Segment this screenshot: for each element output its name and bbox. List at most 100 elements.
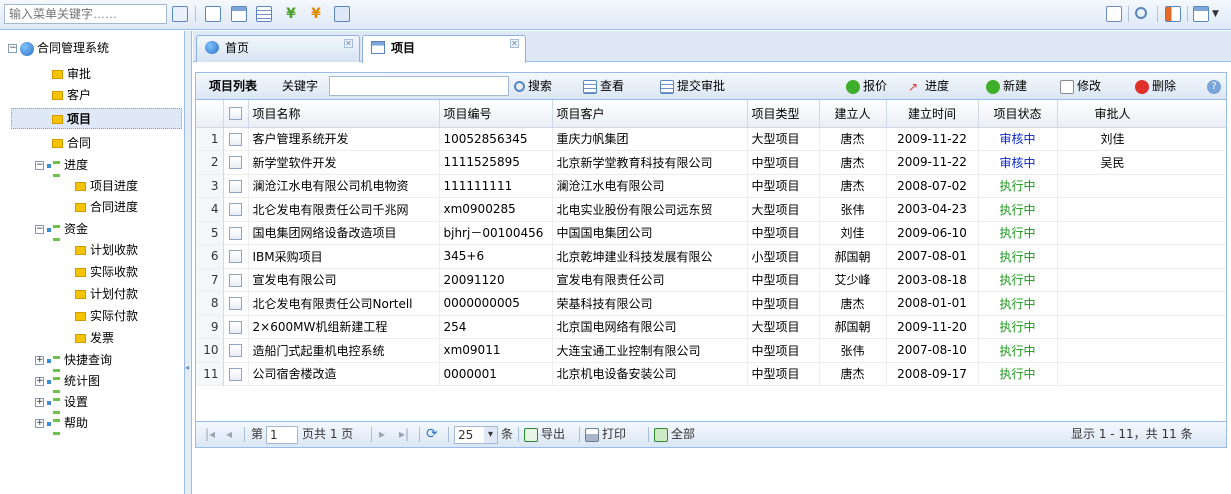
expand-icon[interactable]: + <box>35 398 44 407</box>
layout-icon[interactable] <box>1165 6 1181 22</box>
expand-icon[interactable]: + <box>35 377 44 386</box>
row-checkbox[interactable] <box>229 320 242 334</box>
table-row[interactable]: 4 北仑发电有限责任公司千兆网 xm0900285 北电实业股份有限公司远东贸 大型项目… <box>196 197 1226 222</box>
currency-green-icon[interactable]: ¥ <box>283 6 299 22</box>
zoom-icon[interactable] <box>1135 7 1147 19</box>
page-number-field[interactable]: 1 <box>266 422 298 447</box>
help-button[interactable]: ? <box>1207 73 1224 99</box>
refresh-icon[interactable]: ⟳ <box>426 422 438 447</box>
row-checkbox[interactable] <box>229 156 242 170</box>
currency-orange-icon[interactable]: ¥ <box>308 6 324 22</box>
tree-item-project-progress[interactable]: 项目进度 <box>75 176 138 197</box>
page-size-value[interactable]: 25 <box>454 425 498 444</box>
export-button[interactable]: 导出 <box>524 422 565 447</box>
select-all-checkbox[interactable] <box>223 100 249 128</box>
calculator-icon[interactable] <box>334 6 350 22</box>
tree-group-funds[interactable]: − 资金 <box>35 219 88 241</box>
row-select[interactable] <box>223 244 249 269</box>
table-row[interactable]: 9 2×600MW机组新建工程 254 北京国电网络有限公司 大型项目 郝国朝 2009-1… <box>196 315 1226 339</box>
tree-item-project[interactable]: 项目 <box>11 108 182 129</box>
row-checkbox[interactable] <box>229 273 242 287</box>
col-header-code[interactable]: 项目编号 <box>439 100 553 128</box>
row-select[interactable] <box>223 268 249 292</box>
delete-button[interactable]: 删除 <box>1135 73 1176 99</box>
tree-item-contract[interactable]: 合同 <box>52 133 91 154</box>
tree-group-settings[interactable]: + 设置 <box>35 392 88 414</box>
table-row[interactable]: 5 国电集团网络设备改造项目 bjhrj－00100456 中国国电集团公司 中型项目刘… <box>196 221 1226 245</box>
search-go-icon[interactable] <box>172 6 188 22</box>
window-view-icon[interactable] <box>231 6 247 22</box>
tree-group-quick-query[interactable]: + 快捷查询 <box>35 350 112 372</box>
table-row[interactable]: 2 新学堂软件开发 1111525895 北京新学堂教育科技有限公司 中型项目 唐杰 200… <box>196 150 1226 175</box>
row-checkbox[interactable] <box>229 179 242 193</box>
row-select[interactable] <box>223 150 249 175</box>
col-header-creator[interactable]: 建立人 <box>819 100 887 128</box>
row-select[interactable] <box>223 362 249 386</box>
show-all-button[interactable]: 全部 <box>654 422 695 447</box>
view-button[interactable]: 查看 <box>583 73 624 99</box>
new-button[interactable]: 新建 <box>986 73 1027 99</box>
col-header-name[interactable]: 项目名称 <box>248 100 440 128</box>
progress-button[interactable]: ↗ 进度 <box>908 73 949 99</box>
tree-item-planned-payment[interactable]: 计划付款 <box>75 284 138 305</box>
expand-icon[interactable]: + <box>35 419 44 428</box>
detail-view-icon[interactable] <box>256 6 272 22</box>
close-icon[interactable]: ✕ <box>344 39 353 48</box>
row-select[interactable] <box>223 221 249 245</box>
table-row[interactable]: 8 北仑发电有限责任公司Nortell 0000000005 荣基科技有限公司 中型项目… <box>196 291 1226 316</box>
row-select[interactable] <box>223 315 249 339</box>
first-page-icon[interactable]: |◂ <box>205 422 215 447</box>
tab-project[interactable]: 项目 ✕ <box>362 35 526 63</box>
edit-button[interactable]: 修改 <box>1060 73 1101 99</box>
window-menu-icon[interactable] <box>1193 6 1209 22</box>
row-checkbox[interactable] <box>229 344 242 358</box>
tree-group-charts[interactable]: + 统计图 <box>35 371 100 393</box>
row-select[interactable] <box>223 127 249 151</box>
page-number-value[interactable]: 1 <box>266 425 298 444</box>
row-checkbox[interactable] <box>229 132 242 146</box>
next-page-icon[interactable]: ▸ <box>379 422 385 447</box>
search-button[interactable]: 搜索 <box>514 73 552 99</box>
row-select[interactable] <box>223 291 249 316</box>
table-row[interactable]: 11 公司宿舍楼改造 0000001 北京机电设备安装公司 中型项目 唐杰 2008-09-… <box>196 362 1226 386</box>
row-select[interactable] <box>223 338 249 363</box>
col-header-client[interactable]: 项目客户 <box>552 100 748 128</box>
collapse-icon[interactable]: − <box>35 161 44 170</box>
mail-icon[interactable] <box>1106 6 1122 22</box>
tree-item-actual-receipt[interactable]: 实际收款 <box>75 262 138 283</box>
chevron-down-icon[interactable]: ▼ <box>1212 6 1228 22</box>
prev-page-icon[interactable]: ◂ <box>226 422 232 447</box>
table-row[interactable]: 3 澜沧江水电有限公司机电物资 111111111 澜沧江水电有限公司 中型项目 唐杰 20… <box>196 174 1226 198</box>
row-checkbox[interactable] <box>229 250 242 264</box>
list-view-icon[interactable] <box>205 6 221 22</box>
quote-button[interactable]: 报价 <box>846 73 887 99</box>
row-checkbox[interactable] <box>229 297 242 311</box>
tab-home[interactable]: 首页 ✕ <box>196 35 360 62</box>
tree-group-progress[interactable]: − 进度 <box>35 155 88 177</box>
tree-item-contract-progress[interactable]: 合同进度 <box>75 197 138 218</box>
table-row[interactable]: 1 客户管理系统开发 10052856345 重庆力帆集团 大型项目 唐杰 2009-11-… <box>196 127 1226 151</box>
col-header-approver[interactable]: 审批人 <box>1057 100 1226 128</box>
table-row[interactable]: 7 宣发电有限公司 20091120 宣发电有限责任公司 中型项目 艾少峰 2003-08-… <box>196 268 1226 292</box>
menu-search-input[interactable] <box>4 4 167 24</box>
tree-item-client[interactable]: 客户 <box>52 85 91 106</box>
tree-item-planned-receipt[interactable]: 计划收款 <box>75 240 138 261</box>
row-select[interactable] <box>223 174 249 198</box>
row-checkbox[interactable] <box>229 367 242 381</box>
collapse-arrow-icon[interactable]: ◂ <box>185 363 189 372</box>
collapse-icon[interactable]: − <box>35 225 44 234</box>
row-select[interactable] <box>223 197 249 222</box>
collapse-icon[interactable]: − <box>8 44 17 53</box>
col-header-status[interactable]: 项目状态 <box>978 100 1058 128</box>
row-checkbox[interactable] <box>229 203 242 217</box>
tree-group-help[interactable]: + 帮助 <box>35 413 88 435</box>
last-page-icon[interactable]: ▸| <box>399 422 409 447</box>
panel-splitter[interactable]: ◂ <box>185 31 192 494</box>
close-icon[interactable]: ✕ <box>510 39 519 48</box>
checkbox-icon[interactable] <box>229 107 242 121</box>
keyword-input[interactable] <box>329 76 509 96</box>
print-button[interactable]: 打印 <box>585 422 626 447</box>
page-size-select[interactable]: 25 <box>454 422 498 447</box>
tree-root[interactable]: − 合同管理系统 <box>8 38 109 59</box>
col-header-date[interactable]: 建立时间 <box>886 100 979 128</box>
